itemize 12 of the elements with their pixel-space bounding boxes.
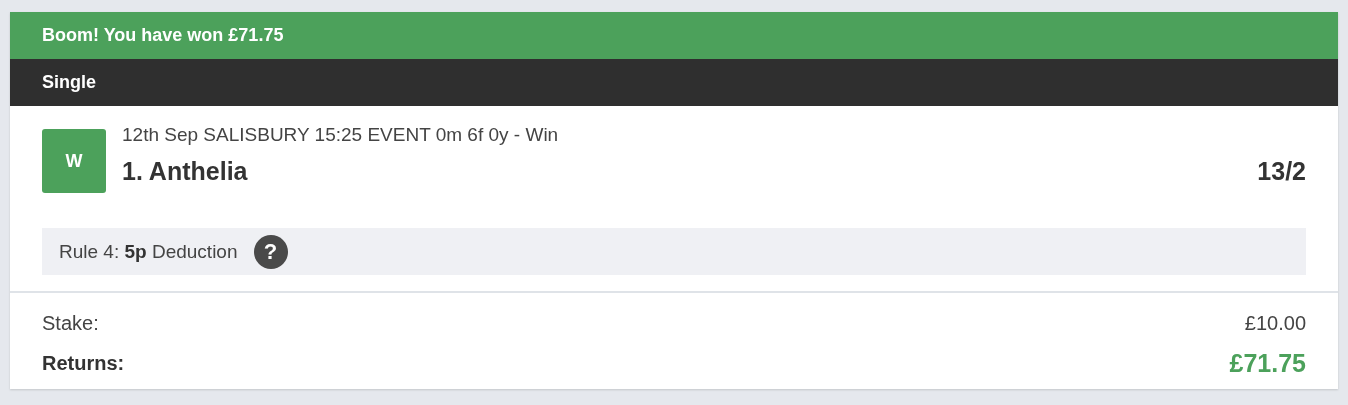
event-details: 12th Sep SALISBURY 15:25 EVENT 0m 6f 0y - Win [122, 124, 560, 146]
stake-label: Stake: [42, 311, 99, 336]
result-badge: W [42, 129, 106, 193]
returns-label: Returns: [42, 351, 125, 376]
win-banner: Boom! You have won £71.75 [10, 12, 1338, 59]
stake-amount: £10.00 [1244, 311, 1306, 336]
selection-name: 1. Anthelia [122, 157, 248, 186]
returns-amount: £71.75 [1229, 349, 1306, 377]
bet-type-bar: Single [10, 59, 1338, 106]
odds: 13/2 [1257, 157, 1306, 186]
rule-note: Rule 4: 5p Deduction [59, 240, 238, 263]
help-icon[interactable]: ? [253, 234, 288, 269]
